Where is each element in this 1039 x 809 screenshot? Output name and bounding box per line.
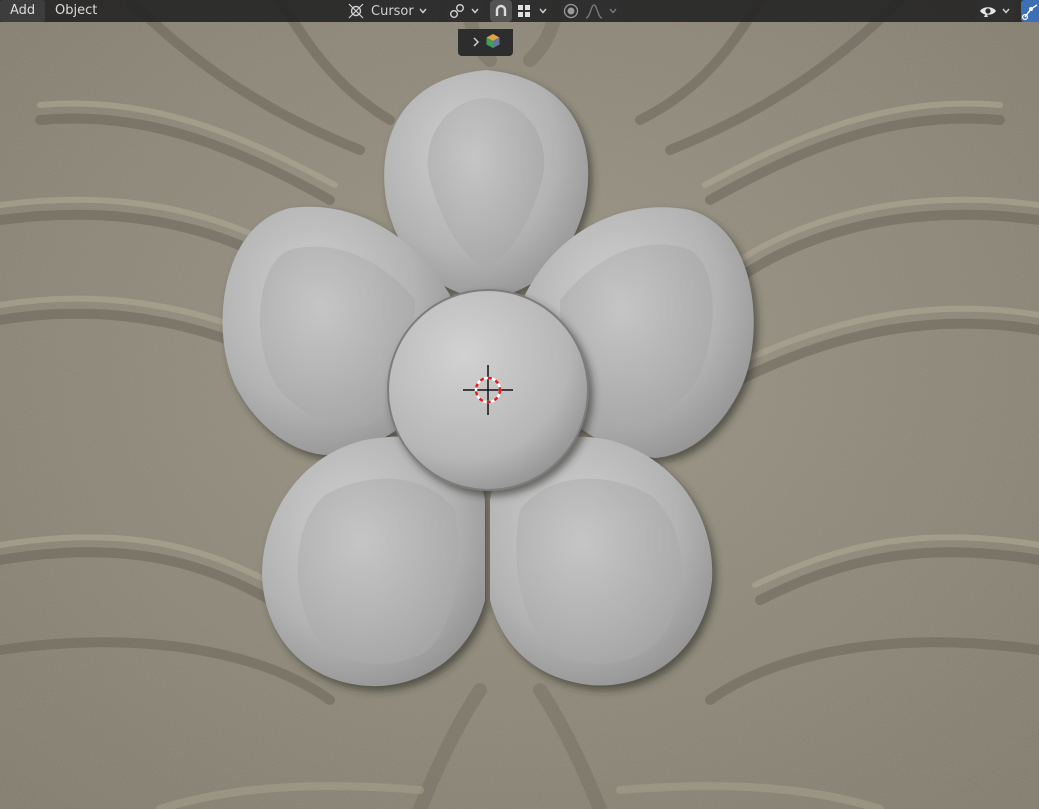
chevron-right-icon xyxy=(471,33,481,52)
chevron-down-icon xyxy=(468,0,482,22)
collection-cube-icon xyxy=(485,33,501,53)
pivot-point-label: Cursor xyxy=(371,3,414,19)
viewport-scene[interactable] xyxy=(0,0,1039,809)
proportional-circle-icon[interactable] xyxy=(560,0,582,22)
chevron-down-icon[interactable] xyxy=(536,0,550,22)
viewport-header: Add Object Cursor xyxy=(0,0,1039,22)
falloff-curve-icon xyxy=(582,0,606,22)
collection-breadcrumb[interactable] xyxy=(458,29,513,56)
add-menu[interactable]: Add xyxy=(0,0,46,22)
eye-icon xyxy=(977,0,999,22)
grid-snap-icon[interactable] xyxy=(512,0,536,22)
pivot-point-dropdown[interactable]: Cursor xyxy=(345,0,439,22)
snapping-group xyxy=(490,0,552,22)
object-menu[interactable]: Object xyxy=(45,0,107,22)
magnet-icon[interactable] xyxy=(490,0,512,22)
3d-viewport[interactable] xyxy=(0,0,1039,809)
selectability-visibility-dropdown[interactable] xyxy=(977,0,1015,22)
transform-affect-dropdown[interactable] xyxy=(446,0,484,22)
link-icon xyxy=(446,0,468,22)
gizmo-icon[interactable] xyxy=(1021,0,1039,22)
chevron-down-icon xyxy=(999,0,1013,22)
pivot-cursor-icon xyxy=(345,0,367,22)
chevron-down-icon xyxy=(606,0,620,22)
chevron-down-icon xyxy=(416,0,430,22)
proportional-editing-group xyxy=(560,0,622,22)
